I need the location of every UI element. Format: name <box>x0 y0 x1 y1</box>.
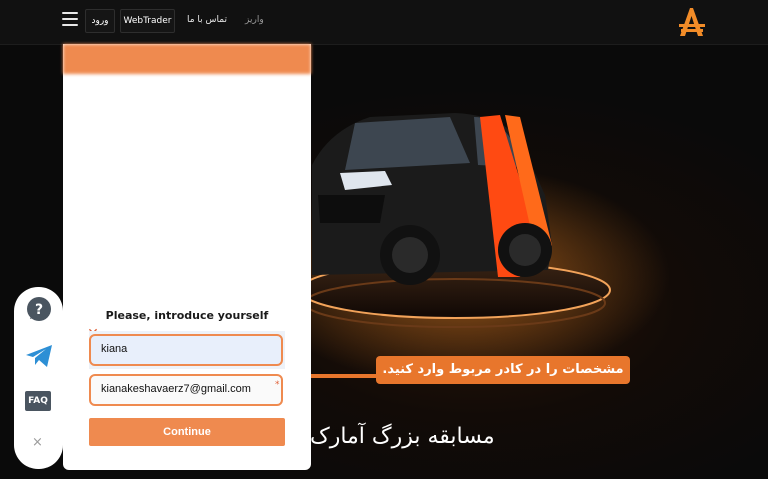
required-marker: * <box>275 380 280 390</box>
telegram-icon[interactable] <box>24 343 54 369</box>
faq-icon[interactable]: FAQ <box>25 391 51 411</box>
webtrader-button[interactable]: WebTrader <box>120 9 175 33</box>
login-button[interactable]: ورود <box>85 9 115 33</box>
contact-link[interactable]: تماس با ما <box>187 9 227 31</box>
chat-intro-text: Please, introduce yourself <box>105 309 269 322</box>
top-navbar: ورود WebTrader تماس با ما واریز <box>0 0 768 45</box>
instruction-callout: مشخصات را در کادر مربوط وارد کنید. <box>376 356 630 384</box>
sidebar-close-icon[interactable]: × <box>32 435 43 450</box>
email-input[interactable]: kianakeshavaerz7@gmail.com <box>89 374 283 406</box>
support-sidebar: ? FAQ × <box>14 287 63 469</box>
brand-logo[interactable] <box>676 6 706 38</box>
deposit-link[interactable]: واریز <box>245 9 264 31</box>
help-icon[interactable]: ? <box>24 295 54 325</box>
svg-text:?: ? <box>35 302 43 318</box>
chat-widget-panel: ✕ Please, introduce yourself kiana kiana… <box>63 44 311 470</box>
continue-button[interactable]: Continue <box>89 418 285 446</box>
hero-title: مسابقه بزرگ آمارک <box>310 424 495 449</box>
name-input[interactable]: kiana <box>89 334 283 366</box>
chat-header <box>63 44 311 74</box>
menu-icon[interactable] <box>62 12 78 26</box>
